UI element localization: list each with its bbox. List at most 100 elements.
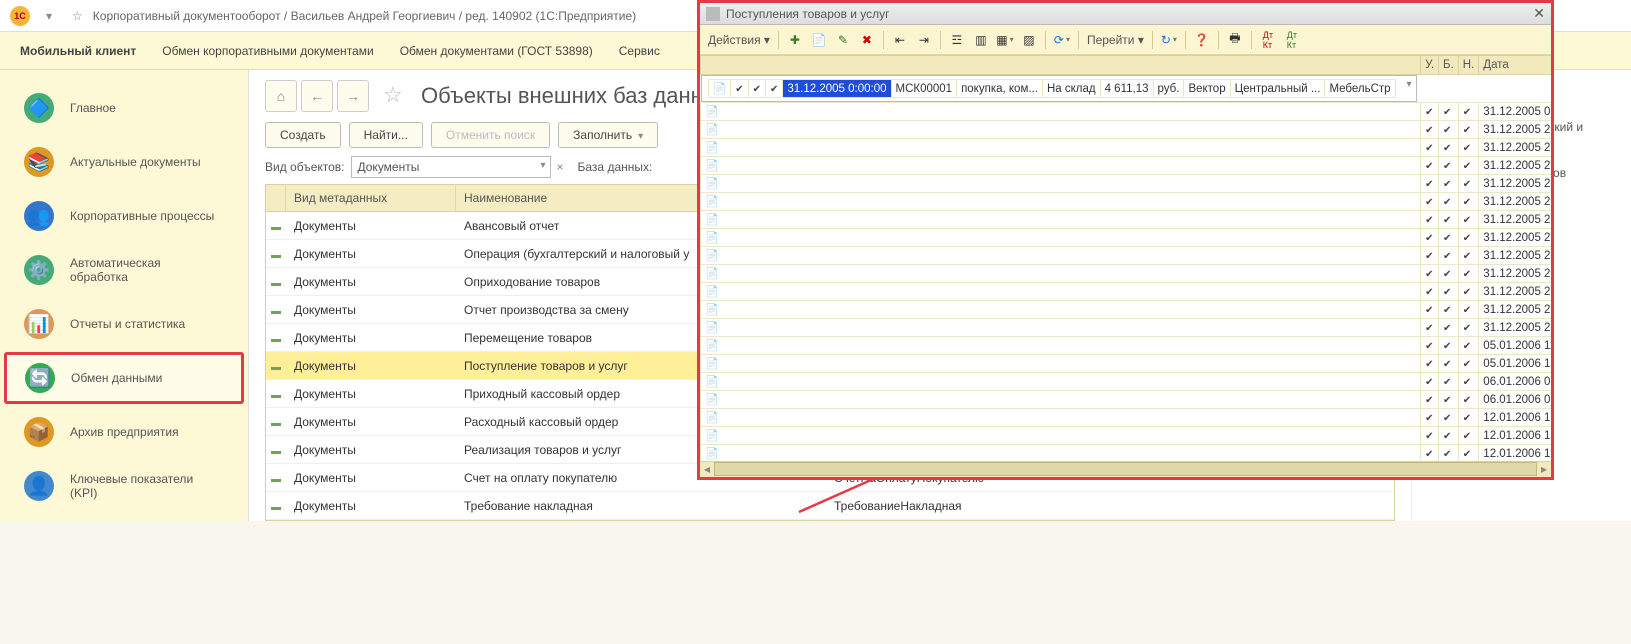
popup-table-wrap[interactable]: У.Б.Н.ДатаНомерВид операцииВид поступле.… [700,55,1551,461]
popup-col-header[interactable]: Дата [1479,56,1551,75]
filter-kind-clear[interactable]: × [557,160,564,174]
sidebar-item-0[interactable]: 🔷Главное [4,82,244,134]
popup-row[interactable]: 31.12.2005 23:59:00ТК000000009покупка, к… [701,265,1552,283]
sidebar-item-7[interactable]: 👤Ключевые показатели(KPI) [4,460,244,512]
popup-col-header[interactable] [701,56,1421,75]
popup-goto-menu[interactable]: Перейти ▾ [1085,33,1146,47]
page-title: Объекты внешних баз данных [421,83,730,109]
filter3-icon[interactable]: ▦ [995,30,1015,50]
menu-gost-exchange[interactable]: Обмен документами (ГОСТ 53898) [400,44,593,58]
row-marker-icon [266,471,286,485]
move-start-icon[interactable]: ⇤ [890,30,910,50]
popup-row[interactable]: 06.01.2006 0:00:00МСК00008оборудованиеНа… [701,391,1552,409]
popup-row[interactable]: 31.12.2005 23:59:00ТК000000003покупка, к… [701,157,1552,175]
popup-row[interactable]: 31.12.2005 23:59:00ИЧП000000...покупка, … [701,301,1552,319]
menu-service[interactable]: Сервис [619,44,660,58]
popup-row[interactable]: 31.12.2005 23:59:00ТК000000005покупка, к… [701,193,1552,211]
find-button[interactable]: Найти... [349,122,423,148]
fill-button[interactable]: Заполнить [558,122,658,148]
delete-icon[interactable]: ✖ [857,30,877,50]
row-kind: Документы [286,215,456,237]
popup-cell [701,427,1421,445]
create-button[interactable]: Создать [265,122,341,148]
popup-col-header[interactable]: Н. [1458,56,1479,75]
add-icon[interactable]: ✚ [785,30,805,50]
nav-home-button[interactable]: ⌂ [265,80,297,112]
popup-cell: МебельСтр [1325,80,1395,98]
popup-cell [1439,283,1459,301]
popup-cell [701,319,1421,337]
popup-col-header[interactable]: Б. [1439,56,1459,75]
move-end-icon[interactable]: ⇥ [914,30,934,50]
popup-row[interactable]: 31.12.2005 23:59:00ТК000000001покупка, к… [701,121,1552,139]
cancel-search-button[interactable]: Отменить поиск [431,122,550,148]
popup-cell [701,157,1421,175]
sidebar-item-4[interactable]: 📊Отчеты и статистика [4,298,244,350]
favorite-page-icon[interactable]: ☆ [383,82,411,110]
help-icon[interactable]: ❓ [1192,30,1212,50]
grid-row[interactable]: ДокументыТребование накладнаяТребованиеН… [266,492,1394,520]
filter-clear-icon[interactable]: ▨ [1019,30,1039,50]
popup-cell [1458,229,1479,247]
grid-header-kind[interactable]: Вид метаданных [286,185,456,211]
sidebar-item-label: Актуальные документы [70,155,201,169]
popup-cell [701,121,1421,139]
popup-row[interactable]: 12.01.2006 12:00:02ТК000000001покупка, к… [701,445,1552,462]
sidebar-item-6[interactable]: 📦Архив предприятия [4,406,244,458]
popup-cell [1439,157,1459,175]
popup-row[interactable]: 12.01.2006 12:00:00МСК00009покупка, ком.… [701,409,1552,427]
popup-close-button[interactable]: ✕ [1533,5,1545,22]
sidebar-icon: 📊 [18,303,60,345]
popup-cell [1439,445,1459,462]
sidebar-item-3[interactable]: ⚙️Автоматическаяобработка [4,244,244,296]
reload-icon[interactable]: ↻ [1159,30,1179,50]
edit-icon[interactable]: ✎ [833,30,853,50]
popup-row[interactable]: 31.12.2005 23:59:00ТК000000007покупка, к… [701,229,1552,247]
popup-row[interactable]: 31.12.2005 23:59:00ТК000000004покупка, к… [701,175,1552,193]
popup-row[interactable]: 05.01.2006 11:00:00МСК00013покупка, ком.… [701,337,1552,355]
sidebar-item-5[interactable]: 🔄Обмен данными [4,352,244,404]
filter1-icon[interactable]: ☲ [947,30,967,50]
popup-app-icon [706,7,720,21]
popup-cell [1458,301,1479,319]
row-kind: Документы [286,411,456,433]
popup-row[interactable]: 05.01.2006 12:00:02МСК00010объекты стро.… [701,355,1552,373]
refresh-icon[interactable]: ⟳ [1052,30,1072,50]
popup-cell: 31.12.2005 23:59:00 [1479,319,1551,337]
dtkt-icon[interactable]: ДтКт [1258,30,1278,50]
popup-cell [1458,265,1479,283]
popup-hscrollbar[interactable]: ◂ ▸ [700,461,1551,477]
popup-titlebar[interactable]: Поступления товаров и услуг ✕ [700,3,1551,25]
popup-row[interactable]: 12.01.2006 12:00:00МСК00014покупка, ком.… [701,427,1552,445]
popup-cell [1439,409,1459,427]
popup-row[interactable]: 31.12.2005 23:59:00ИЧП000000...покупка, … [701,319,1552,337]
popup-row[interactable]: 31.12.2005 23:59:00ТК000000008покупка, к… [701,247,1552,265]
row-kind: Документы [286,271,456,293]
popup-row[interactable]: 31.12.2005 0:00:00МСК00001покупка, ком..… [701,75,1417,102]
dtkt2-icon[interactable]: ДтКт [1282,30,1302,50]
sidebar-item-2[interactable]: 👥Корпоративные процессы [4,190,244,242]
popup-row[interactable]: 31.12.2005 23:59:00ТК000000006покупка, к… [701,211,1552,229]
popup-row[interactable]: 31.12.2005 23:59:00ТК000000010покупка, к… [701,283,1552,301]
popup-cell: 31.12.2005 23:59:00 [1479,193,1551,211]
popup-table[interactable]: У.Б.Н.ДатаНомерВид операцииВид поступле.… [700,55,1551,461]
menu-corp-exchange[interactable]: Обмен корпоративными документами [162,44,373,58]
popup-row[interactable]: 31.12.2005 23:59:00ТК000000002покупка, к… [701,139,1552,157]
filter2-icon[interactable]: ▥ [971,30,991,50]
sidebar-icon: 📚 [18,141,60,183]
popup-actions-menu[interactable]: Действия ▾ [706,33,772,47]
nav-back-button[interactable]: ← [301,80,333,112]
svg-text:📊: 📊 [28,313,50,334]
favorite-icon[interactable]: ☆ [72,9,83,23]
filter-kind-select[interactable]: Документы [351,156,551,178]
print-icon[interactable]: 🖶 [1225,30,1245,50]
copy-icon[interactable]: 📄 [809,30,829,50]
popup-cell [1439,175,1459,193]
dropdown-icon[interactable]: ▾ [46,9,52,23]
sidebar-item-1[interactable]: 📚 Актуальные документы [4,136,244,188]
nav-fwd-button[interactable]: → [337,80,369,112]
menu-mobile-client[interactable]: Мобильный клиент [20,44,136,58]
popup-row[interactable]: 31.12.2005 0:00:00МСК00002покупка, ком..… [701,103,1552,121]
popup-row[interactable]: 06.01.2006 0:00:00МСК00001покупка, ком..… [701,373,1552,391]
popup-col-header[interactable]: У. [1421,56,1439,75]
